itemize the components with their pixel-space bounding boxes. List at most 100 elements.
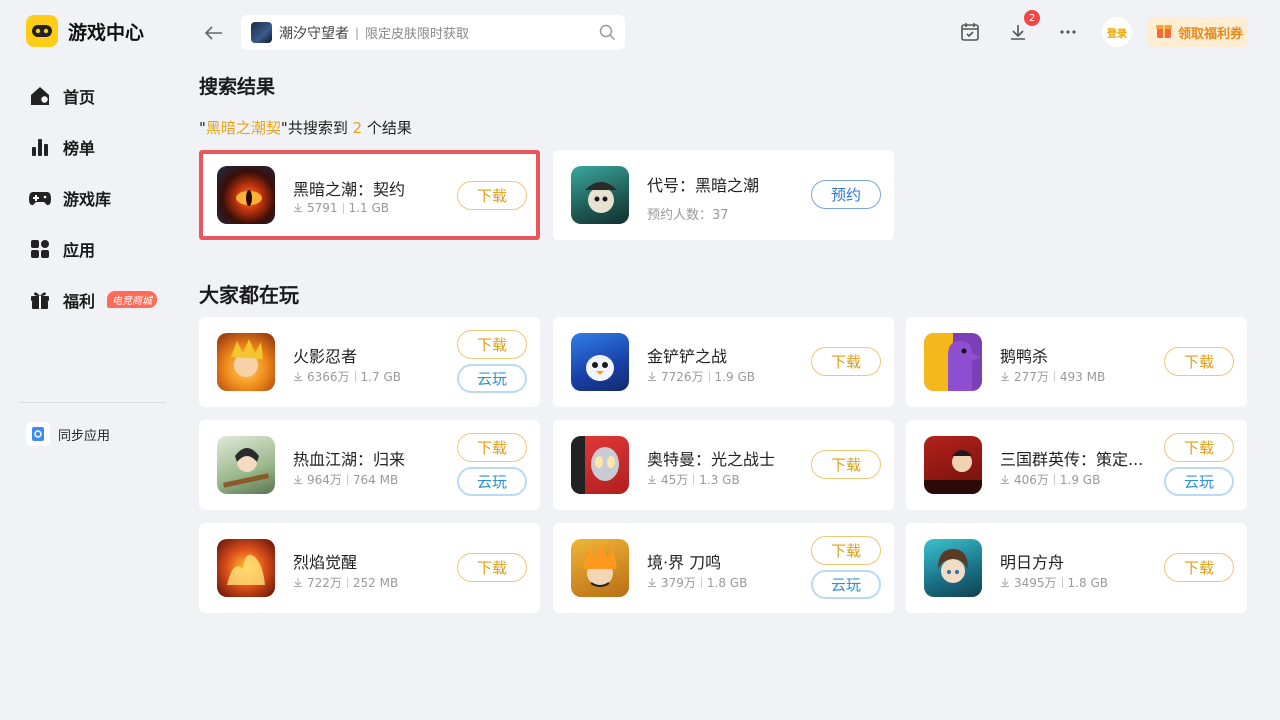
game-meta: 964万 764 MB: [293, 471, 398, 488]
search-bar[interactable]: 潮汐守望者 | 限定皮肤限时获取: [241, 15, 625, 50]
cloud-play-button[interactable]: 云玩: [1164, 467, 1234, 496]
more-icon[interactable]: [1056, 20, 1080, 44]
game-card[interactable]: 奥特曼：光之战士 45万 1.3 GB 下载: [553, 420, 894, 510]
game-icon-naruto: [217, 333, 275, 391]
sidebar-nav: 首页 榜单 游戏库 应用 福利 电竞商城: [28, 70, 168, 325]
game-size: 1.1 GB: [348, 201, 389, 215]
ranking-icon: [28, 135, 52, 159]
game-meta: 406万 1.9 GB: [1000, 471, 1100, 488]
game-icon-codename-dark-tide: [571, 166, 629, 224]
download-button[interactable]: 下载: [811, 450, 881, 479]
game-meta: 379万 1.8 GB: [647, 574, 747, 591]
game-name: 明日方舟: [1000, 553, 1065, 572]
sidebar-item-game-library[interactable]: 游戏库: [28, 172, 168, 223]
download-count: 45万: [661, 473, 689, 487]
download-button[interactable]: 下载: [457, 181, 527, 210]
cloud-play-button[interactable]: 云玩: [811, 570, 881, 599]
claim-coupon-button[interactable]: 领取福利券: [1147, 17, 1248, 47]
claim-coupon-label: 领取福利券: [1178, 26, 1244, 42]
game-name: 烈焰觉醒: [293, 553, 358, 572]
download-button[interactable]: 下载: [457, 553, 527, 582]
download-count: 6366万: [307, 370, 350, 384]
game-icon-dark-tide-contract: [217, 166, 275, 224]
game-size: 1.3 GB: [699, 472, 740, 487]
game-card[interactable]: 三国群英传：策定... 406万 1.9 GB 下载 云玩: [906, 420, 1247, 510]
sidebar-item-label: 应用: [63, 240, 96, 260]
game-card[interactable]: 烈焰觉醒 722万 252 MB 下载: [199, 523, 540, 613]
download-count: 277万: [1014, 370, 1049, 384]
search-result-card[interactable]: 代号：黑暗之潮 预约人数：37 预约: [553, 150, 894, 240]
game-card[interactable]: 热血江湖：归来 964万 764 MB 下载 云玩: [199, 420, 540, 510]
sidebar-item-home[interactable]: 首页: [28, 70, 168, 121]
download-button[interactable]: 下载: [811, 347, 881, 376]
game-card[interactable]: 金铲铲之战 7726万 1.9 GB 下载: [553, 317, 894, 407]
meta-separator: [693, 474, 695, 485]
popular-title: 大家都在玩: [199, 283, 299, 307]
search-hint: 限定皮肤限时获取: [365, 27, 470, 42]
meta-separator: [346, 474, 348, 485]
app-title: 游戏中心: [68, 21, 145, 44]
apps-icon: [28, 237, 52, 261]
reserve-button[interactable]: 预约: [811, 180, 881, 209]
download-count: 7726万: [661, 370, 704, 384]
sidebar-item-label: 游戏库: [63, 189, 112, 209]
game-card[interactable]: 境·界 刀鸣 379万 1.8 GB 下载 云玩: [553, 523, 894, 613]
game-name: 三国群英传：策定...: [1000, 450, 1144, 469]
download-button[interactable]: 下载: [1164, 433, 1234, 462]
game-card[interactable]: 明日方舟 3495万 1.8 GB 下载: [906, 523, 1247, 613]
gamepad-logo-icon: [26, 15, 58, 47]
sidebar-item-label: 首页: [63, 87, 96, 107]
sidebar-item-ranking[interactable]: 榜单: [28, 121, 168, 172]
meta-separator: [346, 577, 348, 588]
result-mid-text: "共搜索到: [280, 119, 353, 137]
game-meta: 6366万 1.7 GB: [293, 368, 401, 385]
game-size: 493 MB: [1059, 369, 1106, 384]
gamepad-icon: [28, 186, 52, 210]
game-icon-flame-awakening: [217, 539, 275, 597]
game-icon-golden-spatula: [571, 333, 629, 391]
download-button[interactable]: 下载: [811, 536, 881, 565]
sidebar-item-welfare[interactable]: 福利 电竞商城: [28, 274, 168, 325]
game-icon-ultraman: [571, 436, 629, 494]
game-icon-three-kingdoms: [924, 436, 982, 494]
download-count: 5791: [307, 201, 338, 215]
game-card[interactable]: 火影忍者 6366万 1.7 GB 下载 云玩: [199, 317, 540, 407]
game-icon-bleach: [571, 539, 629, 597]
sidebar-divider: [19, 402, 166, 403]
sync-apps-label: 同步应用: [58, 428, 111, 444]
search-keyword: 黑暗之潮契: [205, 119, 281, 137]
reserve-count: 预约人数：37: [647, 204, 729, 223]
download-button[interactable]: 下载: [457, 433, 527, 462]
search-result-card[interactable]: 黑暗之潮：契约 5791 1.1 GB 下载: [199, 150, 540, 240]
login-button[interactable]: 登录: [1102, 17, 1132, 47]
back-arrow-icon[interactable]: [203, 22, 225, 44]
sidebar-item-label: 福利: [63, 291, 96, 311]
game-name: 奥特曼：光之战士: [647, 450, 776, 469]
app-logo[interactable]: 游戏中心: [26, 15, 144, 47]
game-size: 764 MB: [352, 472, 399, 487]
game-meta: 722万 252 MB: [293, 574, 398, 591]
game-meta: 45万 1.3 GB: [647, 471, 740, 488]
quote-open: ": [199, 119, 206, 137]
cloud-play-button[interactable]: 云玩: [457, 364, 527, 393]
sync-apps-button[interactable]: 同步应用: [26, 422, 110, 446]
search-separator: |: [355, 25, 360, 40]
download-count-icon: [647, 576, 657, 590]
download-button[interactable]: 下载: [457, 330, 527, 359]
game-name: 代号：黑暗之潮: [647, 176, 760, 195]
sidebar-item-apps[interactable]: 应用: [28, 223, 168, 274]
download-count-icon: [293, 201, 303, 215]
game-card[interactable]: 鹅鸭杀 277万 493 MB 下载: [906, 317, 1247, 407]
search-icon[interactable]: [599, 24, 616, 45]
sidebar-item-label: 榜单: [63, 138, 96, 158]
download-count: 964万: [307, 473, 342, 487]
download-button[interactable]: 下载: [1164, 347, 1234, 376]
download-button[interactable]: 下载: [1164, 553, 1234, 582]
game-name: 鹅鸭杀: [1000, 347, 1049, 366]
cloud-play-button[interactable]: 云玩: [457, 467, 527, 496]
meta-separator: [1053, 474, 1055, 485]
search-game-thumbnail: [251, 22, 272, 43]
download-count: 379万: [661, 576, 696, 590]
game-icon-arknights: [924, 539, 982, 597]
calendar-icon[interactable]: [958, 20, 982, 44]
